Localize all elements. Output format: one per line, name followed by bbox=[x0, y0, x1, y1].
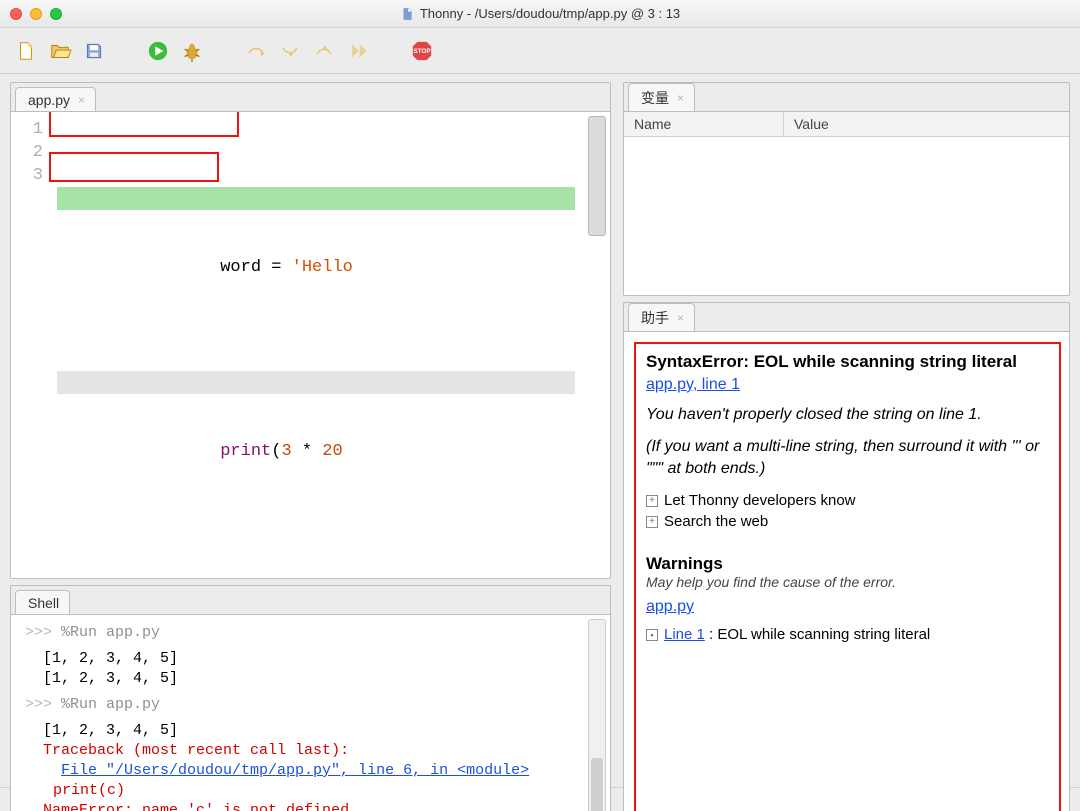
annotation-box-2 bbox=[49, 152, 219, 182]
assistant-error-location-link[interactable]: app.py, line 1 bbox=[646, 376, 740, 393]
document-icon bbox=[400, 7, 414, 21]
window-title: Thonny - /Users/doudou/tmp/app.py @ 3 : … bbox=[420, 6, 680, 21]
close-assistant-icon[interactable]: × bbox=[677, 312, 684, 324]
editor-tab-label: app.py bbox=[28, 92, 70, 108]
traceback-link-1[interactable]: File "/Users/doudou/tmp/app.py", line 6,… bbox=[61, 762, 529, 779]
window-controls bbox=[10, 8, 62, 20]
bullet-icon: ▪ bbox=[646, 629, 658, 641]
close-variables-icon[interactable]: × bbox=[677, 92, 684, 104]
expand-icon: + bbox=[646, 495, 658, 507]
variables-panel: 变量 × Name Value bbox=[623, 82, 1070, 296]
stop-button[interactable]: STOP bbox=[410, 39, 434, 63]
variables-col-name[interactable]: Name bbox=[624, 112, 784, 136]
editor-scrollbar[interactable] bbox=[588, 116, 606, 236]
variables-body: Name Value bbox=[624, 111, 1069, 295]
editor-panel: app.py × 1 2 3 wo bbox=[10, 82, 611, 579]
debug-button[interactable] bbox=[180, 39, 204, 63]
run-button[interactable] bbox=[146, 39, 170, 63]
assistant-warn-file-link[interactable]: app.py bbox=[646, 598, 694, 615]
assistant-tab[interactable]: 助手 × bbox=[628, 303, 695, 332]
variables-tab[interactable]: 变量 × bbox=[628, 83, 695, 112]
close-window-button[interactable] bbox=[10, 8, 22, 20]
assistant-panel: 助手 × SyntaxError: EOL while scanning str… bbox=[623, 302, 1070, 811]
assistant-warnings-subtitle: May help you find the cause of the error… bbox=[646, 574, 1049, 590]
main-toolbar: STOP bbox=[0, 28, 1080, 74]
shell-panel: Shell >>> %Run app.py [1, 2, 3, 4, 5] [1… bbox=[10, 585, 611, 811]
code-line-1[interactable]: word = 'Hello bbox=[57, 187, 610, 210]
minimize-window-button[interactable] bbox=[30, 8, 42, 20]
assistant-hint-2: (If you want a multi-line string, then s… bbox=[646, 436, 1049, 480]
shell-tab-label: Shell bbox=[28, 595, 59, 611]
assistant-warnings-heading: Warnings bbox=[646, 554, 1049, 574]
code-editor[interactable]: 1 2 3 word = 'Hello bbox=[11, 112, 610, 578]
editor-tab-app[interactable]: app.py × bbox=[15, 87, 96, 112]
variables-col-value[interactable]: Value bbox=[784, 112, 1069, 136]
line-gutter: 1 2 3 bbox=[11, 112, 51, 578]
shell-tab[interactable]: Shell bbox=[15, 590, 70, 615]
expand-icon: + bbox=[646, 516, 658, 528]
variables-tab-label: 变量 bbox=[641, 88, 669, 108]
assistant-warn-line-link[interactable]: Line 1 bbox=[664, 626, 705, 643]
shell-output[interactable]: >>> %Run app.py [1, 2, 3, 4, 5] [1, 2, 3… bbox=[11, 614, 610, 811]
assistant-warning-item[interactable]: ▪ Line 1 : EOL while scanning string lit… bbox=[646, 626, 1049, 643]
save-button[interactable] bbox=[82, 39, 106, 63]
close-tab-icon[interactable]: × bbox=[78, 94, 85, 106]
annotation-box-1 bbox=[49, 111, 239, 137]
assistant-hint-1: You haven't properly closed the string o… bbox=[646, 404, 1049, 426]
titlebar: Thonny - /Users/doudou/tmp/app.py @ 3 : … bbox=[0, 0, 1080, 28]
assistant-error-title: SyntaxError: EOL while scanning string l… bbox=[646, 352, 1049, 372]
new-file-button[interactable] bbox=[14, 39, 38, 63]
assistant-highlight-box: SyntaxError: EOL while scanning string l… bbox=[634, 342, 1061, 811]
assistant-tab-label: 助手 bbox=[641, 308, 669, 328]
assistant-action-report[interactable]: + Let Thonny developers know bbox=[646, 492, 1049, 509]
zoom-window-button[interactable] bbox=[50, 8, 62, 20]
code-line-3[interactable]: print(3 * 20 bbox=[57, 371, 610, 394]
assistant-body[interactable]: SyntaxError: EOL while scanning string l… bbox=[624, 331, 1069, 811]
step-over-button[interactable] bbox=[244, 39, 268, 63]
resume-button[interactable] bbox=[346, 39, 370, 63]
step-into-button[interactable] bbox=[278, 39, 302, 63]
assistant-action-search[interactable]: + Search the web bbox=[646, 513, 1049, 530]
step-out-button[interactable] bbox=[312, 39, 336, 63]
workspace: app.py × 1 2 3 wo bbox=[0, 74, 1080, 787]
svg-text:STOP: STOP bbox=[413, 47, 431, 54]
shell-scrollbar[interactable] bbox=[588, 619, 606, 811]
open-file-button[interactable] bbox=[48, 39, 72, 63]
